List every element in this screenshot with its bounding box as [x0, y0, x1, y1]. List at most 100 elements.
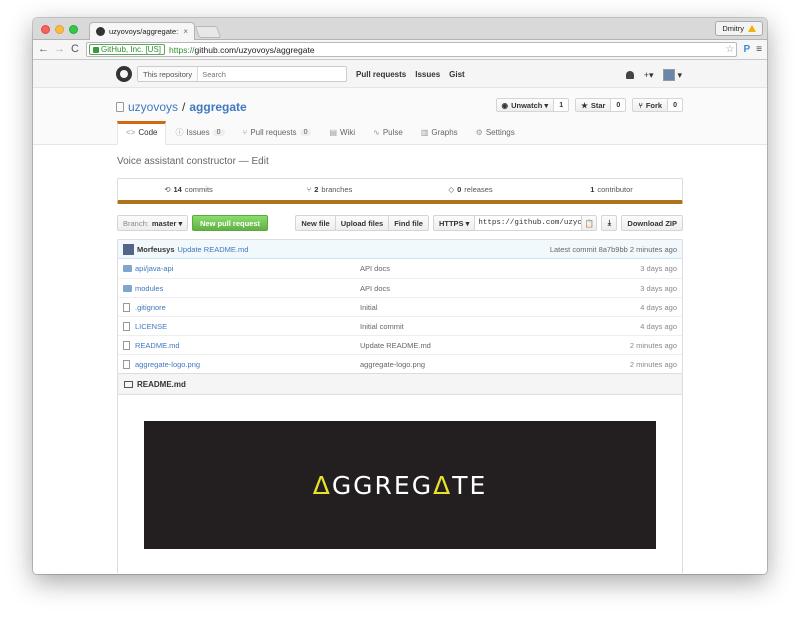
branch-select[interactable]: Branch: master ▾ [117, 215, 189, 231]
ev-certificate-badge[interactable]: GitHub, Inc. [US] [89, 44, 166, 55]
extension-icon[interactable]: P [743, 44, 750, 55]
file-name-link[interactable]: README.md [135, 341, 360, 350]
file-commit-message[interactable]: Initial commit [360, 322, 640, 331]
file-name-link[interactable]: .gitignore [135, 303, 360, 312]
profile-button[interactable]: Dmitry [715, 21, 763, 36]
gear-icon: ⚙ [475, 128, 483, 137]
table-row[interactable]: LICENSE Initial commit 4 days ago [118, 316, 682, 335]
find-file-button[interactable]: Find file [388, 215, 429, 231]
repo-name-link[interactable]: aggregate [189, 100, 246, 114]
user-menu[interactable]: ▾ [663, 69, 682, 81]
logo-text-part: GGREG [331, 470, 434, 500]
contributors-count: 1 [590, 185, 595, 194]
clone-url-input[interactable]: https://github.com/uzyc [474, 215, 583, 231]
zoom-window-button[interactable] [69, 25, 78, 34]
new-tab-button[interactable] [194, 26, 222, 38]
forks-count[interactable]: 0 [668, 98, 683, 112]
table-row[interactable]: modules API docs 3 days ago [118, 278, 682, 297]
table-row[interactable]: api/java-api API docs 3 days ago [118, 259, 682, 278]
ev-label: GitHub, Inc. [US] [101, 45, 162, 54]
file-commit-message[interactable]: Initial [360, 303, 640, 312]
browser-tab[interactable]: uzyovoys/aggregate: Voice × [89, 22, 195, 40]
create-new-plus-icon[interactable]: +▾ [644, 70, 654, 81]
folder-icon [123, 265, 132, 272]
repo-header: uzyovoys / aggregate ◉ Unwatch ▾ 1 ★ Star … [33, 88, 767, 145]
file-commit-message[interactable]: Update README.md [360, 341, 630, 350]
url-scheme: https:// [169, 44, 195, 55]
unwatch-button[interactable]: ◉ Unwatch ▾ [495, 98, 555, 112]
new-file-button[interactable]: New file [295, 215, 336, 231]
minimize-window-button[interactable] [55, 25, 64, 34]
code-icon: <> [126, 128, 136, 137]
issue-icon: ⓘ [175, 128, 184, 137]
tab-label: Pull requests [250, 128, 297, 137]
github-favicon-icon [96, 27, 105, 36]
star-label: Star [590, 100, 606, 110]
logo-triangle-icon: Δ [433, 470, 453, 500]
tab-pull-requests[interactable]: ⑂ Pull requests 0 [234, 121, 321, 145]
branches-link[interactable]: ⑂ 2 branches [259, 185, 400, 194]
tab-issues[interactable]: ⓘ Issues 0 [166, 121, 233, 145]
tab-close-icon[interactable]: × [183, 27, 188, 36]
file-name-link[interactable]: api/java-api [135, 264, 360, 273]
close-window-button[interactable] [41, 25, 50, 34]
tab-pulse[interactable]: ∿ Pulse [364, 121, 412, 145]
tab-code[interactable]: <> Code [117, 121, 167, 145]
notifications-bell-icon[interactable] [625, 71, 634, 79]
contributors-link[interactable]: 1 contributor [541, 185, 682, 194]
browser-menu-icon[interactable]: ≡ [756, 44, 762, 55]
commit-author-link[interactable]: Morfeusys [137, 245, 175, 254]
header-user-actions: +▾ ▾ [625, 69, 682, 81]
table-row[interactable]: aggregate-logo.png aggregate-logo.png 2 mi… [118, 354, 682, 373]
file-commit-message[interactable]: API docs [360, 284, 640, 293]
commits-link[interactable]: ⟲ 14 commits [118, 185, 259, 194]
logo-text-part: TE [452, 470, 488, 500]
repo-owner-link[interactable]: uzyovoys [128, 100, 178, 114]
table-row[interactable]: .gitignore Initial 4 days ago [118, 297, 682, 316]
back-button[interactable]: ← [38, 44, 49, 55]
desktop-download-icon[interactable]: ⤓ [601, 215, 618, 231]
tab-settings[interactable]: ⚙ Settings [467, 121, 524, 145]
fork-button[interactable]: ⑂ Fork [632, 98, 669, 112]
file-name-link[interactable]: aggregate-logo.png [135, 360, 360, 369]
new-pull-request-button[interactable]: New pull request [192, 215, 269, 231]
commits-count: 14 [173, 185, 182, 194]
tab-wiki[interactable]: ▤ Wiki [320, 121, 364, 145]
file-name-link[interactable]: LICENSE [135, 322, 360, 331]
address-bar[interactable]: GitHub, Inc. [US] https://github.com/uzy… [86, 42, 738, 57]
browser-toolbar: ← → C GitHub, Inc. [US] https://github.c… [33, 40, 767, 60]
fork-label: Fork [645, 100, 663, 110]
reload-button[interactable]: C [70, 44, 80, 55]
latest-commit-meta[interactable]: Latest commit 8a7b9bb 2 minutes ago [550, 245, 677, 254]
header-nav-issues[interactable]: Issues [415, 70, 440, 79]
file-commit-message[interactable]: API docs [360, 264, 640, 273]
forward-button[interactable]: → [54, 44, 65, 55]
commit-message-link[interactable]: Update README.md [178, 245, 249, 254]
profile-name: Dmitry [722, 24, 744, 33]
table-row[interactable]: README.md Update README.md 2 minutes ago [118, 335, 682, 354]
file-icon [123, 302, 132, 312]
star-button[interactable]: ★ Star [575, 98, 612, 112]
bookmark-star-icon[interactable]: ☆ [726, 44, 735, 55]
file-name-link[interactable]: modules [135, 284, 360, 293]
url-text: https://github.com/uzyovoys/aggregate [169, 45, 315, 55]
protocol-select[interactable]: HTTPS ▾ [432, 215, 476, 231]
watchers-count[interactable]: 1 [554, 98, 570, 112]
search-input[interactable] [198, 69, 346, 79]
clone-group: HTTPS ▾ https://github.com/uzyc 📋 [432, 215, 598, 231]
file-icon [123, 340, 130, 350]
upload-files-button[interactable]: Upload files [334, 215, 390, 231]
download-zip-button[interactable]: Download ZIP [621, 215, 683, 231]
header-nav-gist[interactable]: Gist [449, 70, 465, 79]
file-commit-message[interactable]: aggregate-logo.png [360, 360, 630, 369]
releases-link[interactable]: ◇ 0 releases [400, 185, 541, 194]
clipboard-icon[interactable]: 📋 [581, 215, 598, 231]
header-nav-pull-requests[interactable]: Pull requests [356, 70, 406, 79]
pull-requests-counter: 0 [299, 129, 312, 136]
stars-count[interactable]: 0 [611, 98, 627, 112]
readme-title: README.md [137, 379, 186, 389]
github-octocat-icon[interactable] [116, 66, 132, 82]
tab-graphs[interactable]: ▥ Graphs [412, 121, 467, 145]
star-icon: ★ [581, 100, 588, 110]
file-buttons: New file Upload files Find file HTTPS ▾ … [295, 215, 683, 231]
